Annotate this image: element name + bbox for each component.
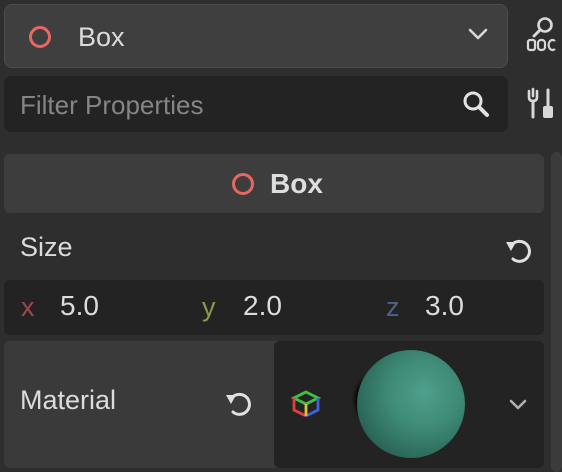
- x-axis-label: x: [21, 292, 35, 322]
- section-title: Box: [270, 168, 323, 199]
- node-selector-label: Box: [78, 22, 125, 52]
- reset-icon[interactable]: [504, 236, 534, 266]
- size-y-value[interactable]: 2.0: [243, 290, 282, 322]
- material-label: Material: [20, 385, 117, 415]
- doc-icon[interactable]: [524, 16, 558, 54]
- chevron-down-icon: [468, 28, 488, 40]
- chevron-down-icon[interactable]: [509, 398, 527, 412]
- size-label: Size: [20, 232, 73, 262]
- node-selector-dropdown[interactable]: Box: [4, 4, 508, 68]
- y-axis-label: y: [202, 292, 216, 322]
- search-icon[interactable]: [462, 90, 490, 118]
- size-x-value[interactable]: 5.0: [60, 290, 99, 322]
- tools-icon[interactable]: [527, 86, 557, 120]
- reset-icon[interactable]: [224, 389, 254, 419]
- z-axis-label: z: [386, 292, 400, 322]
- size-z-value[interactable]: 3.0: [425, 290, 464, 322]
- filter-input[interactable]: [4, 76, 462, 134]
- size-vector-field[interactable]: x 5.0 y 2.0 z 3.0: [4, 280, 544, 335]
- circle-outline-icon: [29, 26, 51, 48]
- material-sphere-preview[interactable]: [357, 350, 465, 458]
- section-header-button[interactable]: Box: [4, 154, 544, 213]
- material-cube-icon: [291, 390, 321, 418]
- filter-properties-field[interactable]: [4, 76, 508, 134]
- circle-outline-icon: [232, 173, 254, 195]
- scrollbar[interactable]: [551, 152, 562, 472]
